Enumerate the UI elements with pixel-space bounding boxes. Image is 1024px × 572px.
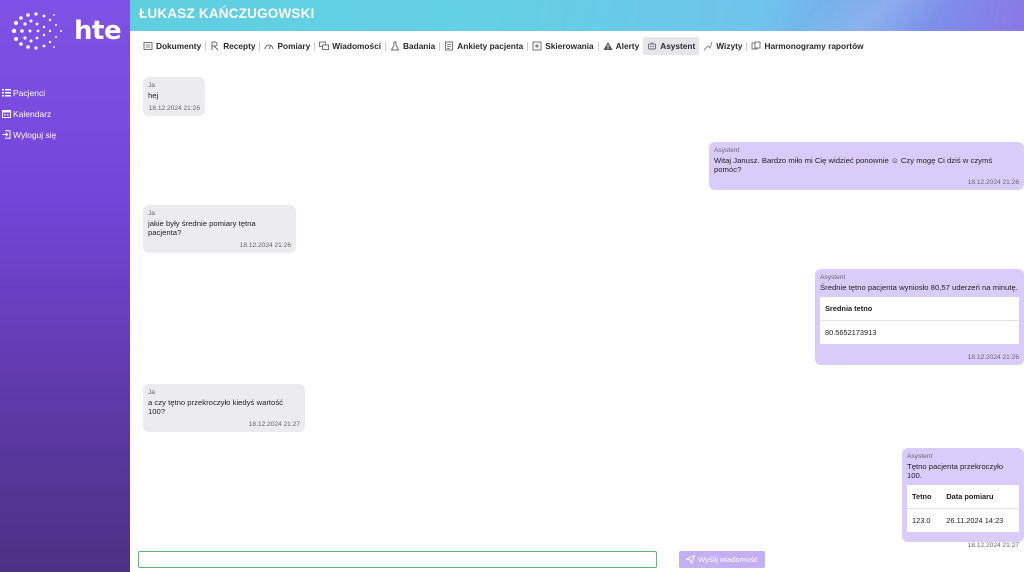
tab-label: Dokumenty [156,41,202,51]
message-text: Witaj Janusz. Bardzo miło mi Cię widzieć… [714,156,993,174]
chat-message-assistant: Asystent Witaj Janusz. Bardzo miło mi Ci… [709,142,1024,190]
message-text: a czy tętno przekroczyło kiedyś wartość … [148,398,284,416]
tab-label: Asystent [660,41,696,51]
sidebar-item-kalendarz[interactable]: Kalendarz [0,103,130,124]
table-row: 123.0 26.11.2024 14:23 [907,509,1019,533]
tab-label: Skierowania [545,41,594,51]
tab-badania[interactable]: Badania [386,37,439,55]
survey-icon [444,41,454,51]
logout-icon [2,130,11,139]
tab-label: Ankiety pacjenta [457,41,524,51]
table-header-row: Tetno Data pomiaru [907,485,1019,509]
tab-skierowania[interactable]: Skierowania [528,37,597,55]
table-header-cell: Tetno [907,485,942,509]
gauge-icon [264,41,274,51]
message-time: 18.12.2024 21:26 [967,179,1019,186]
message-time: 18.12.2024 21:27 [248,421,300,428]
chat-message-user: Ja hej 18.12.2024 21:26 [143,77,205,116]
table-cell: 80.5652173913 [825,328,877,337]
tab-label: Badania [403,41,436,51]
prescription-icon [210,41,220,51]
tab-label: Recepty [223,41,256,51]
tab-harmonogramy[interactable]: Harmonogramy raportów [747,37,867,55]
tab-label: Pomiary [277,41,311,51]
tab-label: Wiadomości [332,41,382,51]
logo[interactable]: hte [6,10,126,52]
tab-wiadomosci[interactable]: Wiadomości [315,37,385,55]
patient-name: ŁUKASZ KAŃCZUGOWSKI [139,6,315,21]
flask-icon [390,41,400,51]
document-icon [143,41,153,51]
sidebar-item-wyloguj[interactable]: Wyloguj się [0,124,130,145]
sidebar-item-label: Wyloguj się [13,129,57,140]
warning-icon [603,41,613,51]
message-time: 18.12.2024 21:26 [967,354,1019,361]
logo-mark-icon [11,12,62,50]
tab-label: Wizyty [716,41,743,51]
message-sender: Asystent [820,274,846,281]
message-text: Tętno pacjenta przekroczyło 100. [907,462,1004,480]
send-button-label: Wyślij wiadomość [698,555,758,564]
patient-tabs: Dokumenty Recepty Pomiary Wiadomości Bad… [139,37,868,55]
message-input[interactable] [138,551,657,568]
tab-label: Harmonogramy raportów [764,41,864,51]
tab-label: Alerty [615,41,640,51]
message-sender: Asystent [714,147,740,154]
message-text: hej [148,91,159,100]
calendar-icon [2,109,11,118]
sidebar-item-label: Kalendarz [13,108,52,119]
tab-dokumenty[interactable]: Dokumenty [139,37,205,55]
referral-icon [532,41,542,51]
tab-asystent[interactable]: Asystent [643,37,700,55]
table-header-cell: Data pomiaru [941,485,1019,509]
table-header-cell: Srednia tetno [820,297,1019,321]
chat-message-assistant: Asystent Tętno pacjenta przekroczyło 100… [902,448,1024,549]
send-icon [686,555,696,564]
chat-message-user: Ja a czy tętno przekroczyło kiedyś warto… [143,384,305,432]
sidebar-item-pacjenci[interactable]: Pacjenci [0,82,130,103]
message-time: 18.12.2024 21:26 [148,105,200,112]
schedule-icon [751,41,761,51]
visits-icon [703,41,713,51]
tab-recepty[interactable]: Recepty [206,37,259,55]
message-text: Średnie tętno pacjenta wyniosło 80,57 ud… [820,283,1018,292]
chat-message-user: Ja jakie były średnie pomiary tętna pacj… [143,205,296,253]
tab-pomiary[interactable]: Pomiary [260,37,314,55]
sidebar: hte Pacjenci Kalendarz Wyloguj się [0,0,130,572]
assistant-icon [647,41,657,51]
patient-header: ŁUKASZ KAŃCZUGOWSKI [130,0,1024,31]
tab-alerty[interactable]: Alerty [599,37,644,55]
table-header-row: Srednia tetno [820,297,1019,321]
brand-name: hte [74,16,122,46]
table-row: 80.5652173913 [820,321,1019,345]
send-message-button[interactable]: Wyślij wiadomość [679,551,765,568]
chat-message-assistant: Asystent Średnie tętno pacjenta wyniosło… [815,269,1024,365]
message-sender: Ja [148,210,155,217]
messages-icon [319,41,330,51]
message-sender: Ja [148,389,155,396]
message-sender: Ja [148,82,155,89]
message-time: 18.12.2024 21:27 [967,542,1019,549]
table-cell: 26.11.2024 14:23 [946,516,1004,525]
sidebar-item-label: Pacjenci [13,87,46,98]
tab-wizyty[interactable]: Wizyty [699,37,746,55]
table-cell: 123.0 [912,516,931,525]
message-text: jakie były średnie pomiary tętna pacjent… [148,219,256,237]
tab-ankiety[interactable]: Ankiety pacjenta [440,37,527,55]
result-table: Tetno Data pomiaru 123.0 26.11.2024 14:2… [907,485,1019,532]
message-sender: Asystent [907,453,933,460]
result-table: Srednia tetno 80.5652173913 [820,297,1019,344]
list-icon [2,88,11,97]
sidebar-nav: Pacjenci Kalendarz Wyloguj się [0,82,130,145]
app-root: hte Pacjenci Kalendarz Wyloguj się ŁUKAS… [0,0,1024,572]
message-time: 18.12.2024 21:26 [239,242,291,249]
